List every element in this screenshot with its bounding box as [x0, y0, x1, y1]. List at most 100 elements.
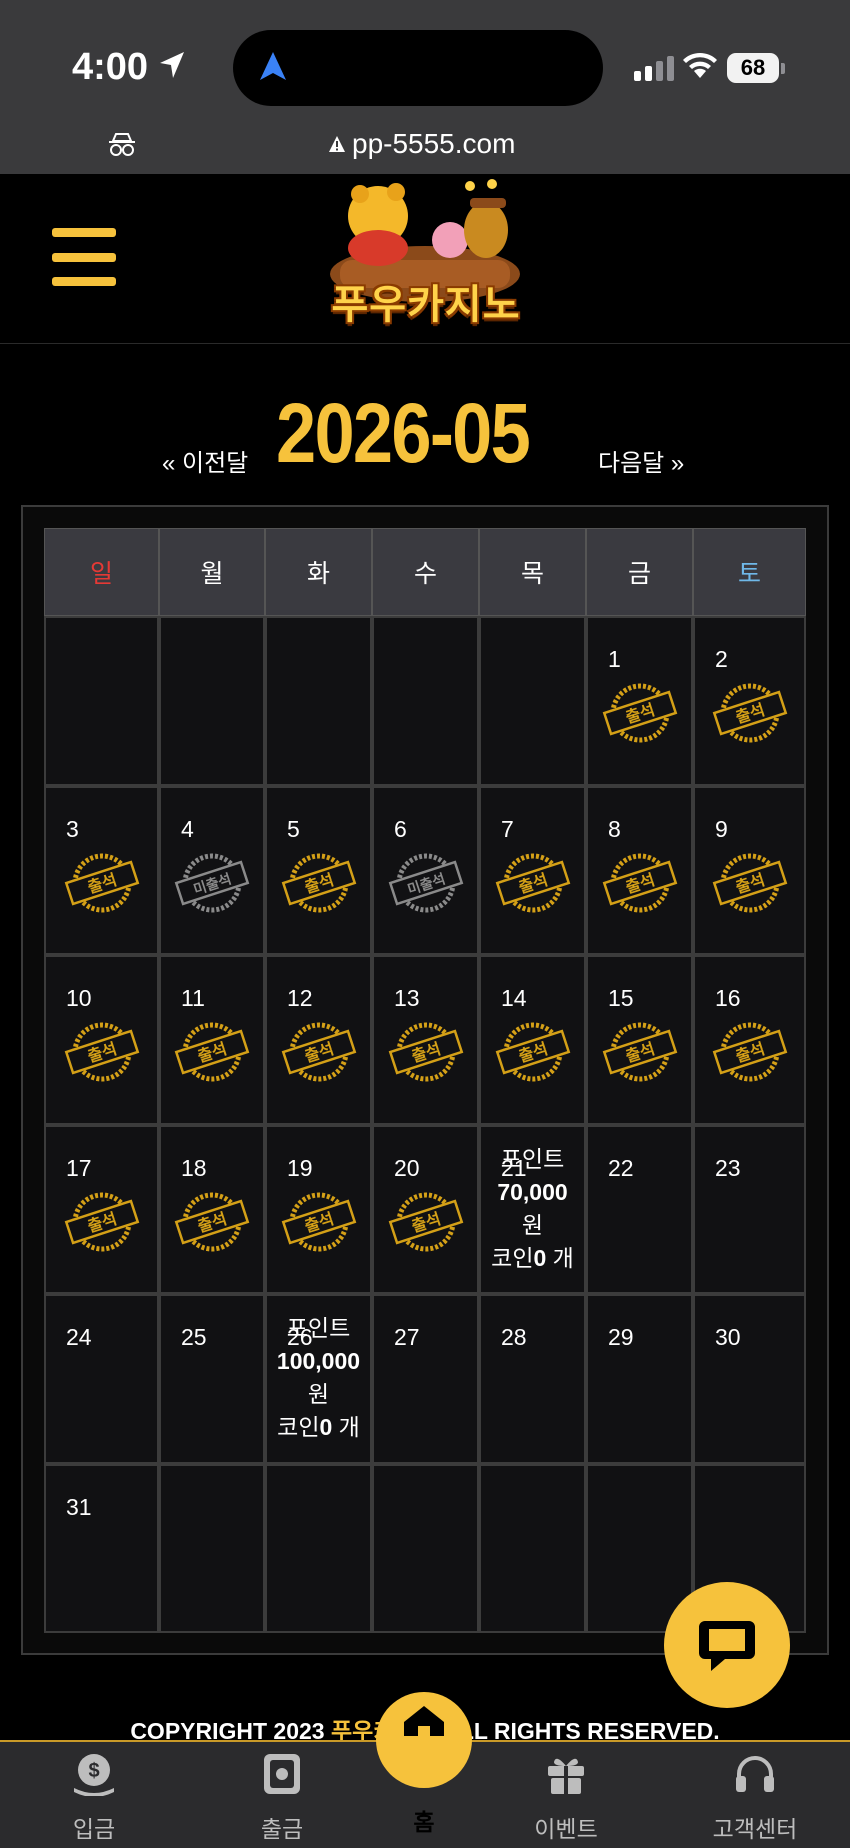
- weekday-label: 일: [44, 528, 159, 616]
- logo-text: 푸우카지노: [331, 283, 521, 327]
- day-number: 14: [501, 985, 527, 1011]
- attendance-stamp: 출석: [495, 853, 570, 912]
- svg-text:$: $: [88, 1760, 99, 1782]
- day-number: 19: [287, 1154, 313, 1181]
- day-number: 1: [608, 646, 621, 672]
- location-arrow-icon: [160, 52, 184, 78]
- calendar-day: 27: [372, 1294, 479, 1464]
- navigation-icon: [260, 52, 286, 80]
- prev-month-link[interactable]: « 이전달: [162, 443, 248, 478]
- weekday-header: 일월화수목금토: [44, 528, 806, 616]
- nav-event[interactable]: 이벤트: [506, 1752, 626, 1844]
- attendance-stamp: 출석: [174, 1022, 250, 1082]
- next-month-link[interactable]: 다음달 »: [598, 443, 684, 478]
- calendar-day: 25: [159, 1294, 265, 1464]
- nav-home[interactable]: [376, 1692, 472, 1788]
- attendance-stamp: 출석: [64, 853, 139, 912]
- calendar-day: 8 출석: [586, 785, 693, 955]
- day-number: 25: [181, 1324, 207, 1350]
- nav-home-label: 홈: [413, 1809, 435, 1835]
- calendar-week: 3 출석 4 미출석 5 출석 6 미출석 7 출석 8 출석 9 출석: [44, 785, 806, 955]
- calendar-day: [479, 1463, 586, 1633]
- calendar-day: 포인트 70,000 원 코인0 개 21: [479, 1124, 586, 1294]
- nav-withdraw-label: 출금: [260, 1816, 304, 1842]
- calendar-day: [44, 616, 159, 786]
- calendar-day: 30: [693, 1294, 806, 1464]
- day-number: 11: [181, 985, 205, 1011]
- calendar-day: 포인트 100,000 원 코인0 개 26: [265, 1294, 372, 1464]
- day-number: 5: [287, 815, 300, 842]
- calendar-day: 6 미출석: [372, 785, 479, 955]
- day-number: 4: [181, 815, 194, 842]
- day-number: 13: [394, 985, 420, 1011]
- day-number: 18: [181, 1154, 207, 1181]
- dollar-coin-icon: $: [74, 1754, 114, 1797]
- calendar-day: [159, 1463, 265, 1633]
- reward-info: 포인트 70,000 원 코인0 개: [481, 1143, 584, 1275]
- calendar-day: 4 미출석: [159, 785, 265, 955]
- calendar-day: 19 출석: [265, 1124, 372, 1294]
- calendar-week: 1 출석 2 출석: [44, 616, 806, 786]
- calendar-day: [159, 616, 265, 786]
- chat-button[interactable]: [664, 1582, 790, 1708]
- home-icon: [404, 1706, 444, 1736]
- safe-icon: [264, 1754, 300, 1794]
- calendar-day: 9 출석: [693, 785, 806, 955]
- calendar-day: 31: [44, 1463, 159, 1633]
- reward-currency: 원: [521, 1211, 544, 1238]
- weekday-label: 월: [159, 528, 265, 616]
- attendance-stamp: 출석: [712, 853, 787, 912]
- reward-coin-unit: 개: [338, 1414, 360, 1440]
- nav-deposit[interactable]: $ 입금: [34, 1752, 154, 1844]
- calendar-day: 2 출석: [693, 616, 806, 786]
- calendar-day: [372, 616, 479, 786]
- attendance-stamp: 출석: [602, 683, 677, 743]
- weekday-label: 화: [265, 528, 372, 616]
- reward-coins: 0: [319, 1414, 333, 1440]
- nav-support[interactable]: 고객센터: [695, 1752, 815, 1844]
- calendar-day: 22: [586, 1124, 693, 1294]
- calendar-day: 14 출석: [479, 955, 586, 1125]
- reward-coins: 0: [533, 1244, 547, 1271]
- dynamic-island: [233, 30, 603, 106]
- reward-currency: 원: [307, 1381, 330, 1407]
- calendar-day: 28: [479, 1294, 586, 1464]
- incognito-icon[interactable]: [108, 132, 136, 158]
- reward-coin-label: 코인: [491, 1244, 534, 1271]
- attendance-stamp: 출석: [602, 1022, 677, 1082]
- weekday-label: 목: [479, 528, 586, 616]
- attendance-stamp: 출석: [712, 683, 787, 743]
- gift-icon: [548, 1758, 584, 1794]
- calendar-day: 17 출석: [44, 1124, 159, 1294]
- calendar-day: [265, 616, 372, 786]
- calendar-day: 29: [586, 1294, 693, 1464]
- attendance-calendar: 일월화수목금토 1 출석 2 출석 3 출석 4 미출석 5 출석 6 미출석 7 출석 8 출석 9 출석 10 출…: [44, 528, 806, 1633]
- headset-icon: [736, 1756, 774, 1792]
- cellular-signal-icon: [634, 56, 674, 81]
- calendar-day: 18 출석: [159, 1124, 265, 1294]
- day-number: 9: [715, 815, 728, 842]
- day-number: 7: [501, 815, 514, 842]
- absence-stamp: 미출석: [388, 853, 463, 912]
- calendar-day: [265, 1463, 372, 1633]
- weekday-label: 금: [586, 528, 693, 616]
- day-number: 8: [608, 815, 621, 842]
- wifi-icon: [683, 52, 717, 78]
- url-label: pp-5555.com: [352, 128, 516, 159]
- day-number: 23: [715, 1154, 741, 1181]
- day-number: 21: [501, 1154, 527, 1181]
- battery-tip: [781, 63, 785, 74]
- clock: 4:00: [72, 46, 149, 88]
- nav-withdraw[interactable]: 출금: [222, 1752, 342, 1844]
- day-number: 17: [66, 1154, 92, 1181]
- menu-button[interactable]: [52, 228, 116, 286]
- url-text[interactable]: pp-5555.com: [328, 128, 515, 160]
- calendar-day: 15 출석: [586, 955, 693, 1125]
- calendar-day: [479, 616, 586, 786]
- attendance-stamp: 출석: [281, 1022, 356, 1082]
- attendance-stamp: 출석: [64, 1022, 139, 1082]
- chat-bubble-icon: [699, 1621, 755, 1671]
- warning-icon: [329, 136, 345, 152]
- calendar-day: 3 출석: [44, 785, 159, 955]
- attendance-stamp: 출석: [712, 1022, 787, 1082]
